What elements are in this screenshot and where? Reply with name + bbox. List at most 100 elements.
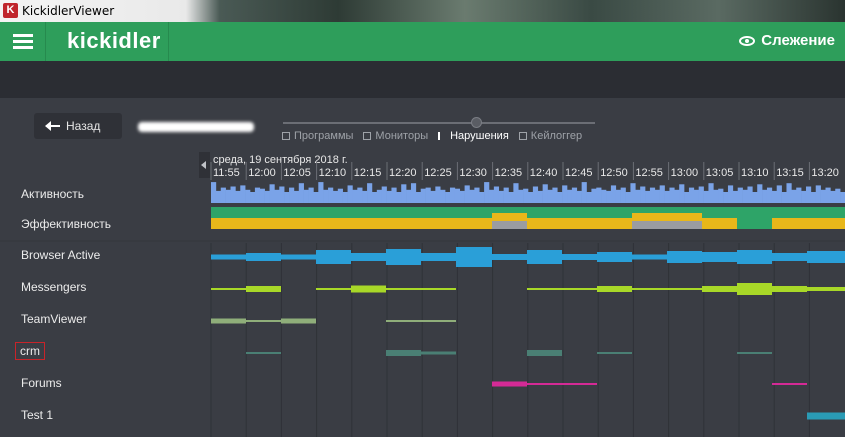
browser-segment <box>211 254 246 260</box>
activity-bar <box>547 189 553 203</box>
activity-bar <box>674 189 680 203</box>
activity-bar <box>562 185 568 203</box>
browser-segment <box>807 251 845 263</box>
activity-bar <box>498 190 504 203</box>
activity-bar <box>303 189 309 203</box>
activity-bar <box>630 183 636 203</box>
messengers-segment <box>597 286 632 292</box>
time-label: 12:45 <box>565 167 593 179</box>
activity-bar <box>635 189 641 203</box>
activity-bar <box>220 187 226 203</box>
activity-bar <box>567 189 573 203</box>
activity-bar <box>391 187 397 203</box>
activity-bar <box>503 187 509 203</box>
activity-bar <box>225 189 231 203</box>
row-label-messengers: Messengers <box>21 280 87 294</box>
activity-bar <box>274 189 280 203</box>
activity-bar <box>479 192 485 203</box>
activity-bar <box>269 184 275 203</box>
timeline-chart: 11:55 12:00 12:05 12:10 12:15 12:20 12:25 12:30… <box>0 162 845 437</box>
activity-bar <box>654 189 660 203</box>
crm-segment <box>597 352 632 354</box>
activity-bar <box>591 188 597 203</box>
activity-bar <box>425 187 431 203</box>
activity-bar <box>235 190 241 203</box>
messengers-segment <box>807 287 845 291</box>
activity-bar <box>513 183 519 203</box>
row-label-эффективность: Эффективность <box>21 217 112 231</box>
activity-bar <box>298 183 304 203</box>
activity-bar <box>264 190 270 203</box>
activity-bar <box>435 186 441 203</box>
time-label: 12:40 <box>530 167 558 179</box>
browser-segment <box>737 250 772 264</box>
crm-segment <box>527 350 562 356</box>
activity-bar <box>352 189 358 203</box>
activity-bar <box>620 187 626 203</box>
activity-bar <box>518 189 524 203</box>
activity-bar <box>596 187 602 203</box>
activity-bar <box>367 183 373 203</box>
messengers-segment <box>211 288 246 290</box>
time-label: 13:05 <box>706 167 734 179</box>
browser-segment <box>456 247 492 267</box>
activity-bar <box>289 187 295 203</box>
browser-segment <box>702 252 737 262</box>
efficiency-bar <box>211 207 845 218</box>
time-label: 12:10 <box>319 167 347 179</box>
activity-bar <box>786 183 792 203</box>
activity-bar <box>406 189 412 203</box>
activity-bar <box>332 190 339 203</box>
activity-bar <box>820 189 826 203</box>
activity-bar <box>328 187 334 203</box>
activity-bar <box>464 185 470 203</box>
activity-bar <box>659 185 665 203</box>
activity-bar <box>430 190 436 203</box>
activity-bar <box>254 187 261 203</box>
activity-bar <box>440 189 446 203</box>
activity-bar <box>601 189 607 203</box>
crm-segment <box>737 352 772 354</box>
activity-bar <box>669 187 675 203</box>
activity-bar <box>771 190 778 203</box>
activity-bar <box>420 188 426 203</box>
crm-segment <box>421 351 456 355</box>
activity-bar <box>742 189 748 203</box>
activity-bar <box>323 189 329 203</box>
time-label: 12:05 <box>283 167 311 179</box>
activity-bar <box>684 192 690 203</box>
activity-bar <box>493 186 500 203</box>
browser-segment <box>386 249 421 265</box>
activity-bar <box>542 184 548 203</box>
activity-bar <box>342 192 348 203</box>
time-label: 12:15 <box>354 167 382 179</box>
activity-bar <box>571 187 578 203</box>
activity-bar <box>776 185 782 203</box>
activity-bar <box>469 189 475 203</box>
efficiency-bar <box>632 221 702 229</box>
activity-bar <box>737 187 743 203</box>
activity-bar <box>732 190 739 203</box>
activity-bar <box>688 187 695 203</box>
efficiency-bar <box>737 218 772 229</box>
activity-bar <box>454 188 461 203</box>
activity-bar <box>796 187 802 203</box>
activity-bar <box>318 182 324 203</box>
messengers-segment <box>737 283 772 295</box>
activity-bar <box>840 192 845 203</box>
messengers-segment <box>702 286 737 292</box>
activity-bar <box>825 187 831 203</box>
activity-bar <box>747 186 753 203</box>
activity-bar <box>362 190 368 203</box>
activity-bar <box>835 188 841 203</box>
activity-bar <box>284 192 290 203</box>
activity-bar <box>815 185 821 203</box>
activity-bar <box>240 185 246 203</box>
browser-segment <box>351 253 386 261</box>
activity-bar <box>376 189 382 203</box>
activity-bar <box>347 185 353 203</box>
messengers-segment <box>527 288 597 290</box>
efficiency-bar <box>632 213 702 219</box>
efficiency-bar <box>492 213 527 219</box>
activity-bar <box>259 188 265 203</box>
